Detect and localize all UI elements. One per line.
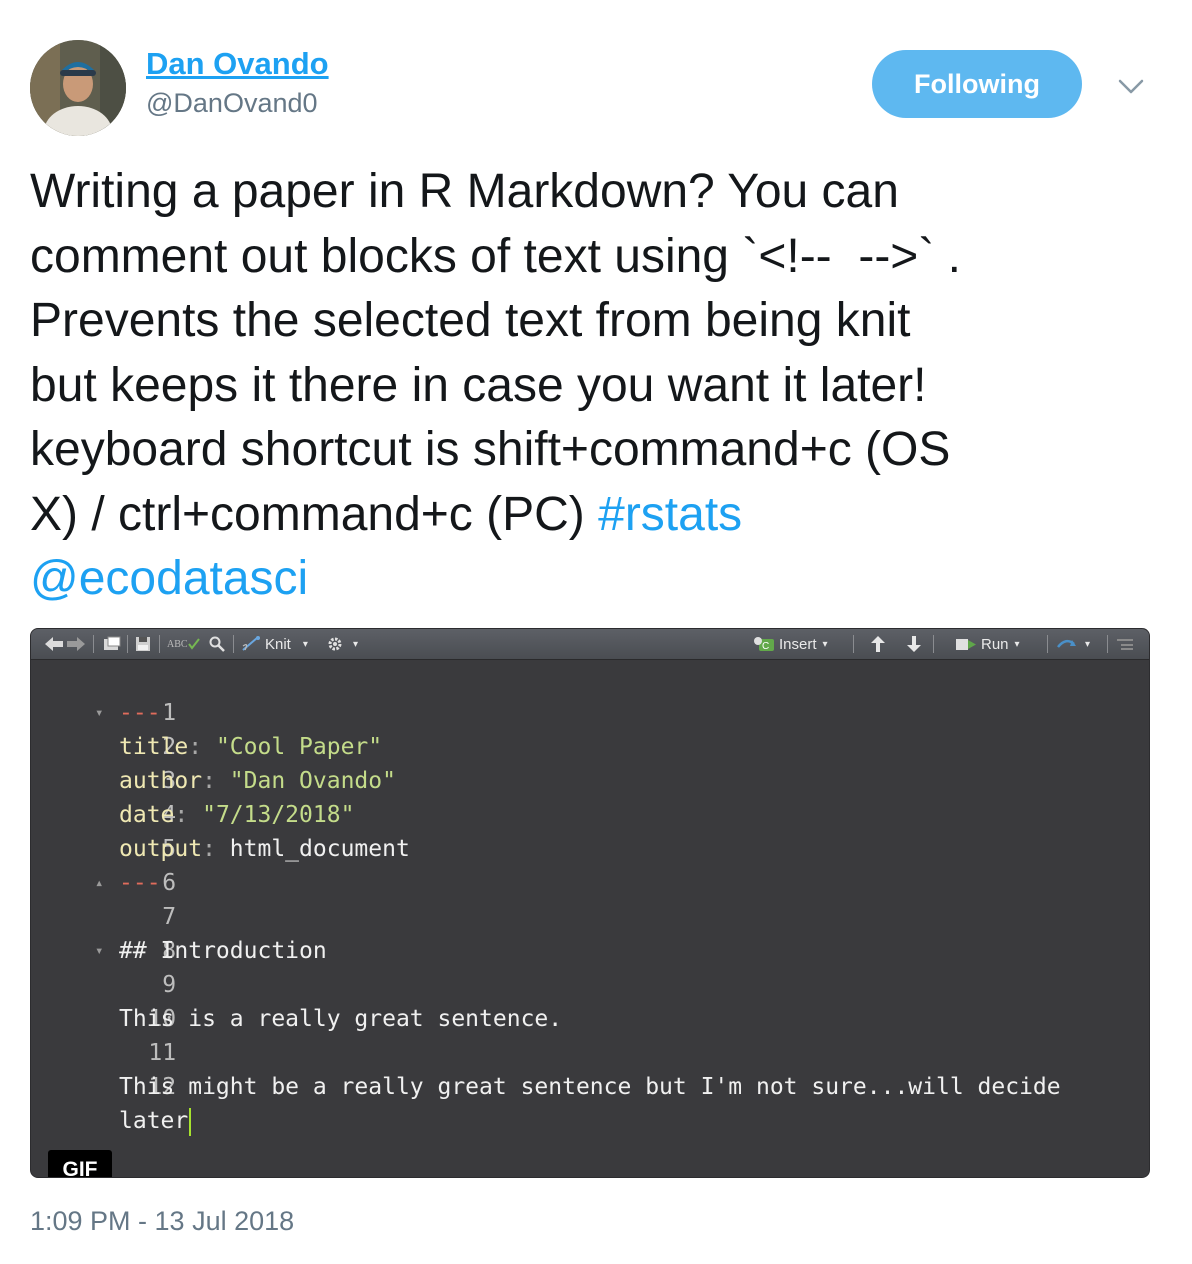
mention-link[interactable]: @ecodatasci: [30, 552, 308, 605]
code-line-4: 4 date: "7/13/2018": [31, 764, 354, 828]
yaml-key: title: [119, 734, 189, 760]
yaml-value: html_document: [229, 836, 410, 862]
yaml-string: "Dan Ovando": [229, 768, 396, 794]
editor-toolbar: ABC Knit ▾ ▾ C Insert ▾ Run ▾ ▾: [31, 629, 1149, 660]
knit-needle-icon: [242, 636, 260, 651]
yaml-delimiter: ---: [119, 870, 161, 896]
knit-button[interactable]: Knit ▾: [241, 634, 308, 654]
insert-chunk-button[interactable]: C Insert ▾: [753, 634, 828, 654]
yaml-string: "7/13/2018": [202, 802, 355, 828]
down-arrow-icon[interactable]: [907, 634, 921, 654]
markdown-text: This is a really great sentence.: [119, 1006, 563, 1032]
insert-dropdown-icon[interactable]: ▾: [823, 639, 828, 650]
markdown-text: later: [119, 1108, 189, 1134]
run-dropdown-icon[interactable]: ▾: [1015, 639, 1020, 650]
gif-badge: GIF: [48, 1150, 112, 1177]
text-cursor: [189, 1107, 192, 1136]
code-line-11: 11: [31, 1002, 176, 1066]
code-line-7: 7: [31, 866, 176, 930]
code-editor[interactable]: 1 ▾ --- 2 title: "Cool Paper" 3 author: "Dan…: [31, 660, 1149, 1177]
code-line-1: 1 ▾ ---: [31, 662, 176, 726]
spellcheck-label: ABC: [167, 638, 188, 650]
hashtag-link[interactable]: #rstats: [598, 488, 742, 541]
toolbar-divider: [853, 635, 854, 653]
chevron-down-icon[interactable]: [1116, 74, 1146, 98]
tweet-body: Writing a paper in R Markdown? You can c…: [30, 165, 961, 541]
line-number: 9: [162, 972, 177, 998]
run-icon: [956, 639, 976, 650]
forward-arrow-icon[interactable]: [67, 634, 85, 654]
user-name[interactable]: Dan Ovando: [146, 46, 329, 82]
code-line-2: 2 title: "Cool Paper": [31, 696, 382, 760]
line-number: 7: [162, 904, 177, 930]
markdown-text: This might be a really great sentence bu…: [119, 1074, 1061, 1100]
rerun-dropdown-icon[interactable]: ▾: [1085, 639, 1090, 650]
run-button[interactable]: Run ▾: [955, 634, 1020, 654]
check-icon: [187, 638, 200, 650]
user-handle: @DanOvand0: [146, 88, 318, 118]
outline-icon[interactable]: [1117, 634, 1133, 654]
tweet-text: Writing a paper in R Markdown? You can c…: [30, 160, 1160, 612]
svg-text:C: C: [762, 641, 769, 652]
tweet-media-gif[interactable]: ABC Knit ▾ ▾ C Insert ▾ Run ▾ ▾ 1 ▾ --- …: [30, 628, 1150, 1178]
knit-label: Knit: [265, 635, 291, 653]
settings-gear-icon[interactable]: ▾: [327, 634, 358, 654]
toolbar-divider: [159, 635, 160, 653]
code-line-12: 12 This might be a really great sentence …: [31, 1036, 1061, 1100]
toolbar-divider: [933, 635, 934, 653]
save-icon[interactable]: [135, 634, 151, 654]
rerun-icon[interactable]: ▾: [1055, 634, 1090, 654]
markdown-heading: ## Introduction: [119, 938, 327, 964]
search-icon[interactable]: [209, 634, 225, 654]
code-line-12-wrap: later: [31, 1070, 192, 1136]
yaml-key: output: [119, 836, 203, 862]
insert-chunk-icon: C: [754, 637, 774, 652]
code-line-6: 6 ▴ ---: [31, 832, 176, 896]
avatar-photo: [30, 40, 126, 136]
back-arrow-icon[interactable]: [45, 634, 63, 654]
code-line-9: 9: [31, 934, 176, 998]
show-in-window-icon[interactable]: [103, 634, 121, 654]
run-label: Run: [981, 635, 1009, 653]
code-line-8: 8 ▾ ## Introduction: [31, 900, 327, 964]
code-line-5: 5 output: html_document: [31, 798, 410, 862]
toolbar-divider: [1047, 635, 1048, 653]
toolbar-divider: [127, 635, 128, 653]
insert-label: Insert: [779, 635, 817, 653]
up-arrow-icon[interactable]: [871, 634, 885, 654]
following-button[interactable]: Following: [872, 50, 1082, 118]
tweet-timestamp[interactable]: 1:09 PM - 13 Jul 2018: [30, 1206, 294, 1237]
toolbar-divider: [1107, 635, 1108, 653]
settings-dropdown-icon[interactable]: ▾: [353, 639, 358, 650]
spellcheck-button[interactable]: ABC: [167, 634, 200, 654]
code-line-10: 10 This is a really great sentence.: [31, 968, 562, 1032]
yaml-delimiter: ---: [119, 700, 161, 726]
avatar[interactable]: [30, 40, 126, 136]
line-number: 11: [148, 1040, 177, 1066]
toolbar-divider: [93, 635, 94, 653]
code-line-3: 3 author: "Dan Ovando": [31, 730, 396, 794]
toolbar-divider: [233, 635, 234, 653]
yaml-key: author: [119, 768, 203, 794]
knit-dropdown-icon[interactable]: ▾: [303, 639, 308, 650]
yaml-string: "Cool Paper": [215, 734, 383, 760]
yaml-key: date: [119, 802, 175, 828]
